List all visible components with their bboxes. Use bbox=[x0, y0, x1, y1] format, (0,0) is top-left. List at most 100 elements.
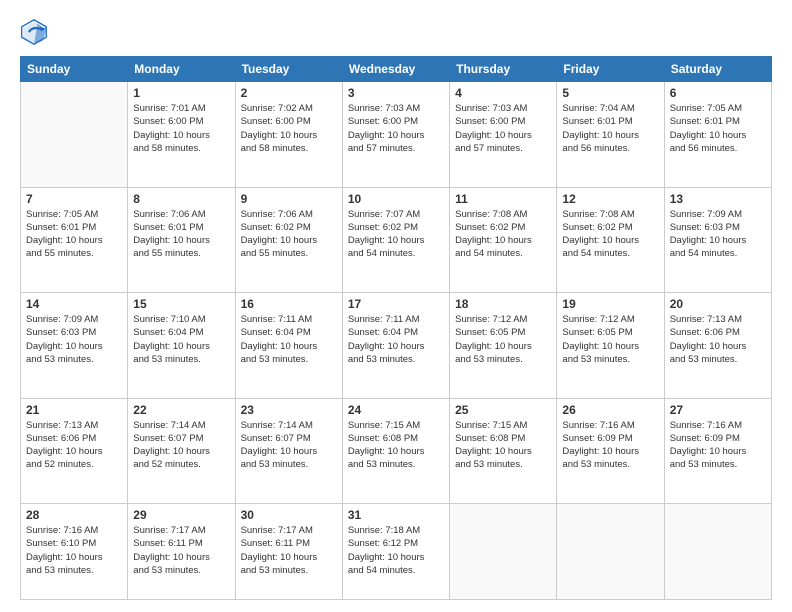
day-info: Sunrise: 7:16 AMSunset: 6:10 PMDaylight:… bbox=[26, 524, 122, 577]
calendar-col-friday: Friday bbox=[557, 57, 664, 82]
day-info: Sunrise: 7:02 AMSunset: 6:00 PMDaylight:… bbox=[241, 102, 337, 155]
day-info: Sunrise: 7:15 AMSunset: 6:08 PMDaylight:… bbox=[348, 419, 444, 472]
calendar-cell: 10 Sunrise: 7:07 AMSunset: 6:02 PMDayligh… bbox=[342, 187, 449, 293]
logo bbox=[20, 18, 52, 46]
calendar-cell: 30 Sunrise: 7:17 AMSunset: 6:11 PMDayligh… bbox=[235, 504, 342, 600]
day-number: 5 bbox=[562, 86, 658, 100]
calendar-col-thursday: Thursday bbox=[450, 57, 557, 82]
day-number: 2 bbox=[241, 86, 337, 100]
day-info: Sunrise: 7:13 AMSunset: 6:06 PMDaylight:… bbox=[26, 419, 122, 472]
day-info: Sunrise: 7:08 AMSunset: 6:02 PMDaylight:… bbox=[455, 208, 551, 261]
day-info: Sunrise: 7:05 AMSunset: 6:01 PMDaylight:… bbox=[26, 208, 122, 261]
calendar-week-2: 14 Sunrise: 7:09 AMSunset: 6:03 PMDayligh… bbox=[21, 293, 772, 399]
calendar-cell: 31 Sunrise: 7:18 AMSunset: 6:12 PMDayligh… bbox=[342, 504, 449, 600]
day-number: 25 bbox=[455, 403, 551, 417]
day-info: Sunrise: 7:03 AMSunset: 6:00 PMDaylight:… bbox=[348, 102, 444, 155]
calendar-cell: 9Sunrise: 7:06 AMSunset: 6:02 PMDaylight… bbox=[235, 187, 342, 293]
calendar-cell: 24 Sunrise: 7:15 AMSunset: 6:08 PMDayligh… bbox=[342, 398, 449, 504]
day-number: 6 bbox=[670, 86, 766, 100]
calendar-cell: 29 Sunrise: 7:17 AMSunset: 6:11 PMDayligh… bbox=[128, 504, 235, 600]
day-number: 1 bbox=[133, 86, 229, 100]
day-info: Sunrise: 7:11 AMSunset: 6:04 PMDaylight:… bbox=[348, 313, 444, 366]
calendar-cell: 28Sunrise: 7:16 AMSunset: 6:10 PMDayligh… bbox=[21, 504, 128, 600]
day-number: 11 bbox=[455, 192, 551, 206]
day-number: 29 bbox=[133, 508, 229, 522]
day-number: 16 bbox=[241, 297, 337, 311]
day-number: 7 bbox=[26, 192, 122, 206]
logo-icon bbox=[20, 18, 48, 46]
calendar-cell: 20Sunrise: 7:13 AMSunset: 6:06 PMDayligh… bbox=[664, 293, 771, 399]
day-info: Sunrise: 7:13 AMSunset: 6:06 PMDaylight:… bbox=[670, 313, 766, 366]
day-info: Sunrise: 7:09 AMSunset: 6:03 PMDaylight:… bbox=[670, 208, 766, 261]
calendar-col-saturday: Saturday bbox=[664, 57, 771, 82]
day-number: 21 bbox=[26, 403, 122, 417]
day-number: 13 bbox=[670, 192, 766, 206]
day-info: Sunrise: 7:11 AMSunset: 6:04 PMDaylight:… bbox=[241, 313, 337, 366]
page-header bbox=[20, 18, 772, 46]
day-number: 27 bbox=[670, 403, 766, 417]
calendar-cell: 27 Sunrise: 7:16 AMSunset: 6:09 PMDayligh… bbox=[664, 398, 771, 504]
calendar-cell: 5Sunrise: 7:04 AMSunset: 6:01 PMDaylight… bbox=[557, 82, 664, 188]
day-info: Sunrise: 7:07 AMSunset: 6:02 PMDaylight:… bbox=[348, 208, 444, 261]
day-number: 14 bbox=[26, 297, 122, 311]
day-info: Sunrise: 7:08 AMSunset: 6:02 PMDaylight:… bbox=[562, 208, 658, 261]
calendar-table: SundayMondayTuesdayWednesdayThursdayFrid… bbox=[20, 56, 772, 600]
calendar-cell: 6 Sunrise: 7:05 AMSunset: 6:01 PMDaylight… bbox=[664, 82, 771, 188]
day-number: 8 bbox=[133, 192, 229, 206]
calendar-week-4: 28Sunrise: 7:16 AMSunset: 6:10 PMDayligh… bbox=[21, 504, 772, 600]
day-number: 17 bbox=[348, 297, 444, 311]
calendar-cell bbox=[557, 504, 664, 600]
calendar-cell: 8 Sunrise: 7:06 AMSunset: 6:01 PMDaylight… bbox=[128, 187, 235, 293]
calendar-col-sunday: Sunday bbox=[21, 57, 128, 82]
calendar-cell: 23 Sunrise: 7:14 AMSunset: 6:07 PMDayligh… bbox=[235, 398, 342, 504]
calendar-cell: 25 Sunrise: 7:15 AMSunset: 6:08 PMDayligh… bbox=[450, 398, 557, 504]
day-info: Sunrise: 7:14 AMSunset: 6:07 PMDaylight:… bbox=[241, 419, 337, 472]
day-number: 31 bbox=[348, 508, 444, 522]
calendar-cell: 4Sunrise: 7:03 AMSunset: 6:00 PMDaylight… bbox=[450, 82, 557, 188]
calendar-cell: 13 Sunrise: 7:09 AMSunset: 6:03 PMDayligh… bbox=[664, 187, 771, 293]
day-info: Sunrise: 7:01 AMSunset: 6:00 PMDaylight:… bbox=[133, 102, 229, 155]
day-info: Sunrise: 7:03 AMSunset: 6:00 PMDaylight:… bbox=[455, 102, 551, 155]
day-info: Sunrise: 7:05 AMSunset: 6:01 PMDaylight:… bbox=[670, 102, 766, 155]
calendar-cell: 7 Sunrise: 7:05 AMSunset: 6:01 PMDaylight… bbox=[21, 187, 128, 293]
calendar-cell: 14 Sunrise: 7:09 AMSunset: 6:03 PMDayligh… bbox=[21, 293, 128, 399]
calendar-cell: 19 Sunrise: 7:12 AMSunset: 6:05 PMDayligh… bbox=[557, 293, 664, 399]
day-info: Sunrise: 7:16 AMSunset: 6:09 PMDaylight:… bbox=[670, 419, 766, 472]
day-info: Sunrise: 7:12 AMSunset: 6:05 PMDaylight:… bbox=[455, 313, 551, 366]
day-number: 23 bbox=[241, 403, 337, 417]
day-info: Sunrise: 7:09 AMSunset: 6:03 PMDaylight:… bbox=[26, 313, 122, 366]
calendar-cell: 15 Sunrise: 7:10 AMSunset: 6:04 PMDayligh… bbox=[128, 293, 235, 399]
day-info: Sunrise: 7:17 AMSunset: 6:11 PMDaylight:… bbox=[133, 524, 229, 577]
calendar-cell bbox=[450, 504, 557, 600]
calendar-week-1: 7 Sunrise: 7:05 AMSunset: 6:01 PMDaylight… bbox=[21, 187, 772, 293]
calendar-col-wednesday: Wednesday bbox=[342, 57, 449, 82]
calendar-cell: 18Sunrise: 7:12 AMSunset: 6:05 PMDayligh… bbox=[450, 293, 557, 399]
calendar-week-3: 21 Sunrise: 7:13 AMSunset: 6:06 PMDayligh… bbox=[21, 398, 772, 504]
calendar-cell bbox=[664, 504, 771, 600]
day-number: 10 bbox=[348, 192, 444, 206]
calendar-col-tuesday: Tuesday bbox=[235, 57, 342, 82]
day-info: Sunrise: 7:17 AMSunset: 6:11 PMDaylight:… bbox=[241, 524, 337, 577]
day-number: 30 bbox=[241, 508, 337, 522]
day-number: 19 bbox=[562, 297, 658, 311]
calendar-cell: 21 Sunrise: 7:13 AMSunset: 6:06 PMDayligh… bbox=[21, 398, 128, 504]
calendar-cell bbox=[21, 82, 128, 188]
day-number: 9 bbox=[241, 192, 337, 206]
day-info: Sunrise: 7:18 AMSunset: 6:12 PMDaylight:… bbox=[348, 524, 444, 577]
calendar-cell: 26Sunrise: 7:16 AMSunset: 6:09 PMDayligh… bbox=[557, 398, 664, 504]
calendar-cell: 16 Sunrise: 7:11 AMSunset: 6:04 PMDayligh… bbox=[235, 293, 342, 399]
day-info: Sunrise: 7:10 AMSunset: 6:04 PMDaylight:… bbox=[133, 313, 229, 366]
day-number: 15 bbox=[133, 297, 229, 311]
calendar-header-row: SundayMondayTuesdayWednesdayThursdayFrid… bbox=[21, 57, 772, 82]
day-info: Sunrise: 7:15 AMSunset: 6:08 PMDaylight:… bbox=[455, 419, 551, 472]
calendar-cell: 17 Sunrise: 7:11 AMSunset: 6:04 PMDayligh… bbox=[342, 293, 449, 399]
calendar-cell: 11 Sunrise: 7:08 AMSunset: 6:02 PMDayligh… bbox=[450, 187, 557, 293]
day-info: Sunrise: 7:12 AMSunset: 6:05 PMDaylight:… bbox=[562, 313, 658, 366]
calendar-cell: 22Sunrise: 7:14 AMSunset: 6:07 PMDayligh… bbox=[128, 398, 235, 504]
day-number: 26 bbox=[562, 403, 658, 417]
calendar-week-0: 1 Sunrise: 7:01 AMSunset: 6:00 PMDaylight… bbox=[21, 82, 772, 188]
day-info: Sunrise: 7:06 AMSunset: 6:01 PMDaylight:… bbox=[133, 208, 229, 261]
day-info: Sunrise: 7:14 AMSunset: 6:07 PMDaylight:… bbox=[133, 419, 229, 472]
day-number: 24 bbox=[348, 403, 444, 417]
calendar-cell: 1 Sunrise: 7:01 AMSunset: 6:00 PMDaylight… bbox=[128, 82, 235, 188]
